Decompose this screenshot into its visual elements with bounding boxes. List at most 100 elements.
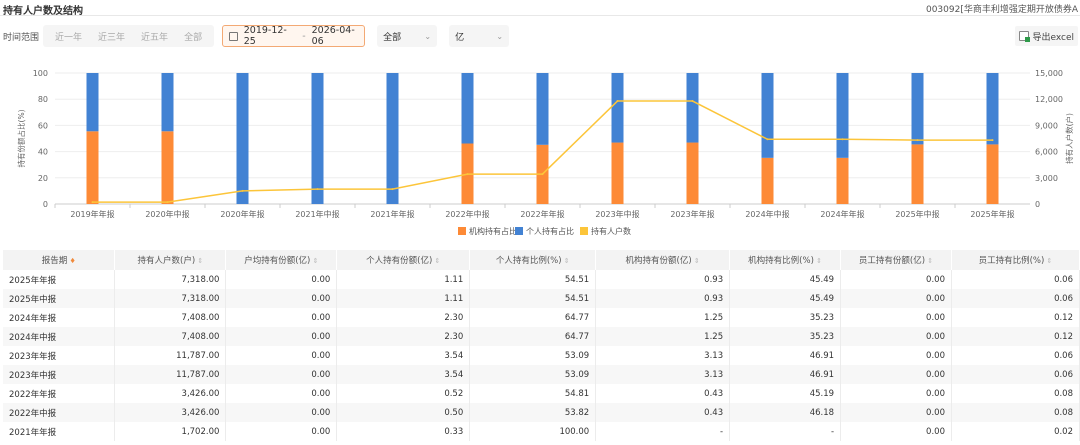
table-cell: 0.00 — [225, 403, 338, 422]
table-cell: 0.00 — [840, 365, 952, 384]
bar-individual[interactable] — [461, 73, 474, 144]
column-header[interactable]: 员工持有份额(亿) ⇕ — [840, 250, 952, 270]
sort-icon[interactable]: ♦ — [67, 257, 75, 265]
table-row[interactable]: 2024年中报 7,408.00 0.00 2.30 64.77 1.25 35.23 0.0… — [3, 327, 1080, 346]
range-1y[interactable]: 近一年 — [47, 30, 90, 43]
column-header-label: 个人持有比例(%) — [495, 256, 562, 266]
date-end[interactable]: 2026-04-06 — [312, 25, 364, 47]
legend-swatch[interactable] — [515, 227, 523, 235]
table-cell: 3.13 — [595, 346, 731, 365]
bar-individual[interactable] — [86, 73, 99, 132]
bar-individual[interactable] — [536, 73, 549, 145]
point-holders[interactable] — [616, 100, 619, 103]
type-select[interactable]: 全部 ⌄ — [377, 25, 438, 47]
point-holders[interactable] — [466, 173, 469, 176]
export-excel-button[interactable]: 导出excel — [1015, 26, 1078, 46]
column-header[interactable]: 持有人户数(户) ⇕ — [114, 250, 227, 270]
legend-swatch[interactable] — [580, 227, 588, 235]
sort-icon[interactable]: ⇕ — [562, 257, 570, 265]
bar-institution[interactable] — [611, 142, 624, 204]
calendar-icon — [229, 31, 238, 41]
bar-individual[interactable] — [836, 73, 849, 158]
bar-institution[interactable] — [986, 144, 999, 204]
sort-icon[interactable]: ⇕ — [814, 257, 822, 265]
y-right-tick: 12,000 — [1035, 95, 1063, 104]
table-cell: 1.25 — [595, 308, 731, 327]
x-tick-label: 2021年年报 — [370, 209, 414, 219]
column-header[interactable]: 报告期 ♦ — [3, 250, 116, 270]
bar-individual[interactable] — [911, 73, 924, 145]
y-left-tick: 80 — [38, 95, 48, 104]
table-cell: 3.54 — [336, 346, 471, 365]
table-row[interactable]: 2021年年报 1,702.00 0.00 0.33 100.00- -0.00 0.02 — [3, 422, 1080, 441]
point-holders[interactable] — [916, 139, 919, 142]
date-range-picker[interactable]: 2019-12-25 - 2026-04-06 — [222, 25, 366, 47]
point-holders[interactable] — [841, 138, 844, 141]
bar-individual[interactable] — [161, 73, 174, 132]
bar-institution[interactable] — [86, 131, 99, 204]
range-5y[interactable]: 近五年 — [133, 30, 176, 43]
table-cell: 0.12 — [951, 308, 1080, 327]
y-right-tick: 3,000 — [1035, 174, 1058, 183]
x-tick-label: 2023年中报 — [595, 209, 639, 219]
bar-individual[interactable] — [611, 73, 624, 143]
point-holders[interactable] — [991, 139, 994, 142]
column-header[interactable]: 机构持有比例(%) ⇕ — [729, 250, 842, 270]
table-row[interactable]: 2024年年报 7,408.00 0.00 2.30 64.77 1.25 35.23 0.0… — [3, 308, 1080, 327]
bar-individual[interactable] — [686, 73, 699, 143]
bar-individual[interactable] — [986, 73, 999, 145]
bar-institution[interactable] — [161, 131, 174, 204]
x-tick-label: 2022年中报 — [445, 209, 489, 219]
sort-icon[interactable]: ⇕ — [1044, 257, 1053, 265]
legend-label[interactable]: 机构持有占比 — [469, 226, 517, 236]
x-tick-label: 2019年年报 — [70, 209, 114, 219]
column-header[interactable]: 户均持有份额(亿) ⇕ — [225, 250, 338, 270]
sort-icon[interactable]: ⇕ — [692, 257, 700, 265]
sort-icon[interactable]: ⇕ — [925, 257, 933, 265]
point-holders[interactable] — [391, 188, 394, 191]
bar-institution[interactable] — [836, 157, 849, 204]
column-header[interactable]: 机构持有份额(亿) ⇕ — [595, 250, 731, 270]
x-tick-label: 2024年年报 — [820, 209, 864, 219]
bar-institution[interactable] — [911, 144, 924, 204]
table-row[interactable]: 2025年中报 7,318.00 0.00 1.11 54.51 0.93 45.49 0.0… — [3, 289, 1080, 308]
table-cell: 2022年年报 — [3, 384, 116, 403]
bar-individual[interactable] — [311, 73, 324, 204]
point-holders[interactable] — [91, 201, 94, 204]
range-3y[interactable]: 近三年 — [90, 30, 133, 43]
point-holders[interactable] — [241, 189, 244, 192]
legend-swatch[interactable] — [458, 227, 466, 235]
table-cell: - — [729, 422, 842, 441]
bar-individual[interactable] — [761, 73, 774, 158]
bar-institution[interactable] — [761, 157, 774, 204]
sort-icon[interactable]: ⇕ — [432, 257, 441, 265]
unit-select[interactable]: 亿 ⌄ — [449, 25, 510, 47]
bar-institution[interactable] — [686, 142, 699, 204]
column-header[interactable]: 员工持有比例(%) ⇕ — [951, 250, 1080, 270]
table-cell: 35.23 — [729, 327, 842, 346]
point-holders[interactable] — [541, 173, 544, 176]
table-row[interactable]: 2022年年报 3,426.00 0.00 0.52 54.81 0.43 45.19 0.0… — [3, 384, 1080, 403]
column-header[interactable]: 个人持有比例(%) ⇕ — [469, 250, 597, 270]
point-holders[interactable] — [766, 138, 769, 141]
bar-individual[interactable] — [386, 73, 399, 204]
table-row[interactable]: 2025年年报 7,318.00 0.00 1.11 54.51 0.93 45.49 0.0… — [3, 270, 1080, 289]
column-header-label: 员工持有比例(%) — [978, 256, 1045, 266]
table-cell: 2025年中报 — [3, 289, 116, 308]
table-row[interactable]: 2023年年报 11,787.00 0.00 3.54 53.09 3.13 46.91 0.… — [3, 346, 1080, 365]
legend-label[interactable]: 持有人户数 — [591, 226, 631, 236]
range-all[interactable]: 全部 — [176, 30, 210, 43]
column-header[interactable]: 个人持有份额(亿) ⇕ — [336, 250, 471, 270]
column-header-label: 机构持有份额(亿) — [625, 256, 692, 266]
sort-icon[interactable]: ⇕ — [195, 257, 203, 265]
table-row[interactable]: 2023年中报 11,787.00 0.00 3.54 53.09 3.13 46.91 0.… — [3, 365, 1080, 384]
sort-icon[interactable]: ⇕ — [310, 257, 319, 265]
table-row[interactable]: 2022年中报 3,426.00 0.00 0.50 53.82 0.43 46.18 0.0… — [3, 403, 1080, 422]
table-cell: 100.00 — [469, 422, 597, 441]
legend-label[interactable]: 个人持有占比 — [526, 226, 574, 236]
point-holders[interactable] — [316, 188, 319, 191]
date-start[interactable]: 2019-12-25 — [244, 25, 296, 47]
point-holders[interactable] — [691, 100, 694, 103]
point-holders[interactable] — [166, 201, 169, 204]
bar-individual[interactable] — [236, 73, 249, 204]
